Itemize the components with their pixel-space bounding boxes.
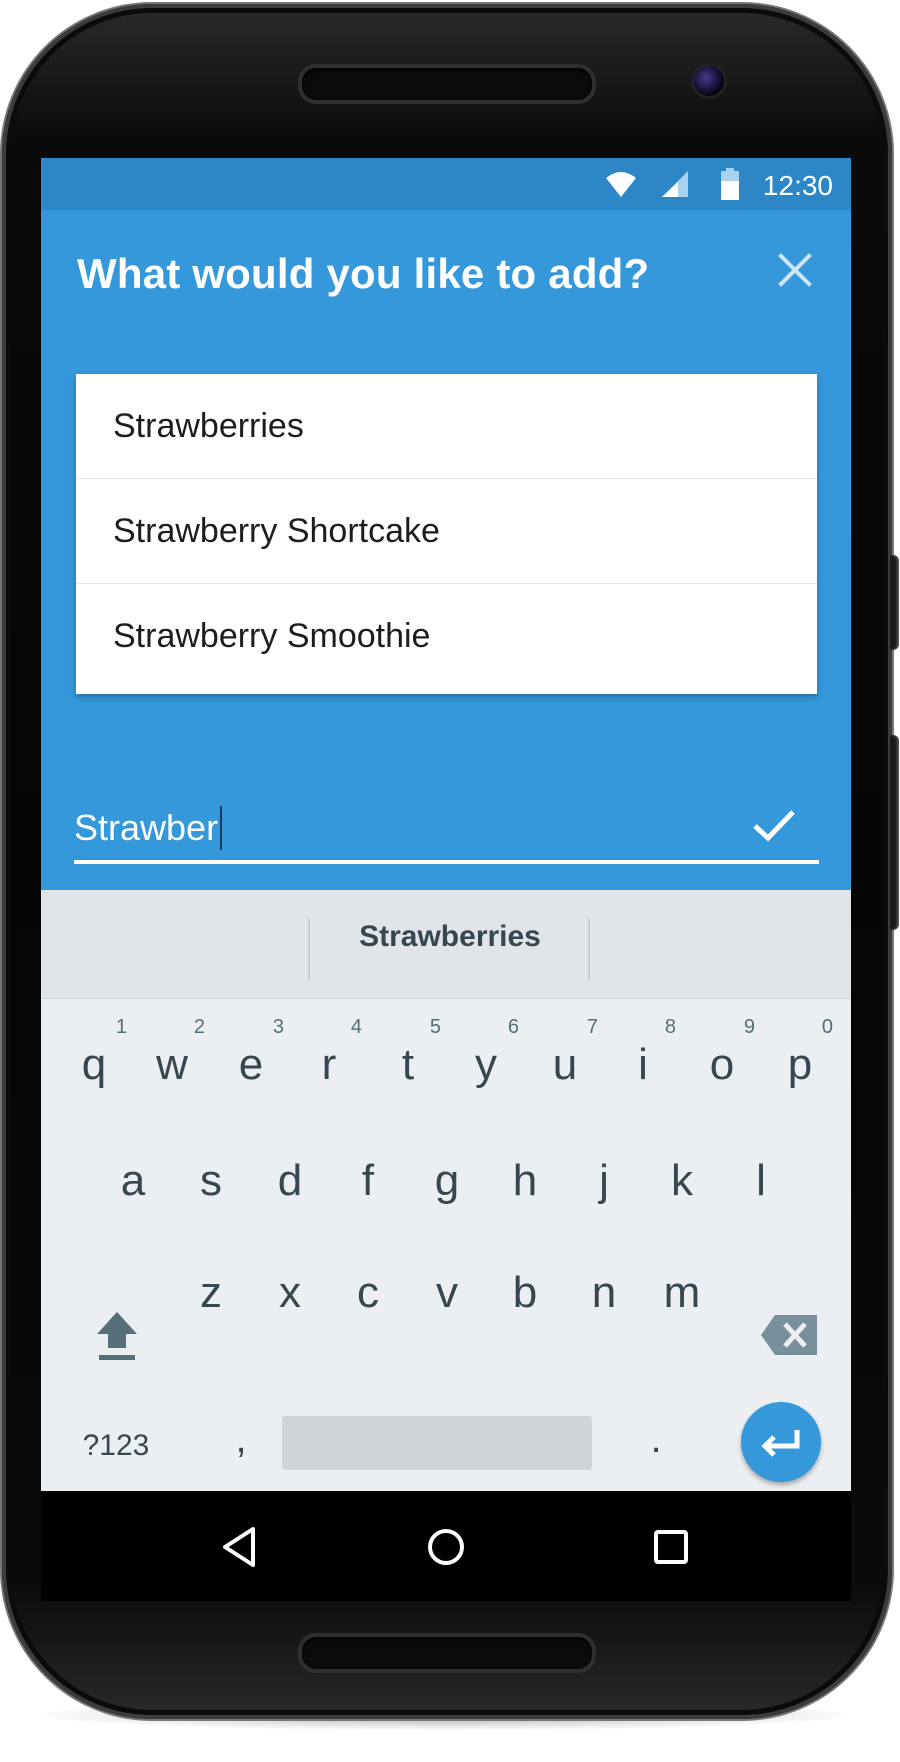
phone-screen: 12:30 What would you like to add? Strawb… bbox=[41, 158, 851, 1601]
check-icon bbox=[753, 810, 795, 842]
suggestion-item[interactable]: Strawberry Smoothie bbox=[76, 584, 817, 694]
navigation-bar bbox=[41, 1491, 851, 1601]
item-input-field[interactable]: Strawber bbox=[74, 800, 819, 864]
key-f[interactable]: f bbox=[329, 1126, 407, 1226]
earpiece-speaker bbox=[298, 64, 596, 104]
enter-icon bbox=[761, 1430, 800, 1457]
key-e[interactable]: 3e bbox=[212, 1010, 290, 1110]
back-button[interactable] bbox=[211, 1517, 271, 1577]
period-key[interactable]: . bbox=[631, 1404, 681, 1474]
key-q[interactable]: 1q bbox=[55, 1010, 133, 1110]
key-d[interactable]: d bbox=[251, 1126, 329, 1226]
space-key[interactable] bbox=[282, 1416, 592, 1470]
wifi-icon bbox=[605, 170, 637, 203]
back-icon bbox=[223, 1527, 255, 1567]
recents-icon bbox=[654, 1530, 688, 1564]
front-camera bbox=[694, 66, 724, 96]
close-icon bbox=[778, 253, 812, 287]
key-b[interactable]: b bbox=[486, 1238, 564, 1338]
symbols-key[interactable]: ?123 bbox=[71, 1418, 161, 1474]
key-s[interactable]: s bbox=[172, 1126, 250, 1226]
signal-icon bbox=[661, 170, 689, 203]
key-h[interactable]: h bbox=[486, 1126, 564, 1226]
key-u[interactable]: 7u bbox=[526, 1010, 604, 1110]
confirm-button[interactable] bbox=[749, 800, 799, 850]
key-y[interactable]: 6y bbox=[447, 1010, 525, 1110]
key-g[interactable]: g bbox=[408, 1126, 486, 1226]
key-a[interactable]: a bbox=[94, 1126, 172, 1226]
status-bar: 12:30 bbox=[41, 158, 851, 210]
key-t[interactable]: 5t bbox=[369, 1010, 447, 1110]
key-n[interactable]: n bbox=[565, 1238, 643, 1338]
key-r[interactable]: 4r bbox=[290, 1010, 368, 1110]
keyboard-suggestion-strip: Strawberries bbox=[41, 890, 851, 999]
recents-button[interactable] bbox=[641, 1517, 701, 1577]
battery-icon bbox=[721, 168, 739, 205]
power-button bbox=[890, 735, 899, 930]
keyboard-suggestion-word[interactable]: Strawberries bbox=[310, 920, 590, 954]
volume-button bbox=[890, 555, 899, 650]
item-input-value: Strawber bbox=[74, 807, 219, 848]
key-z[interactable]: z bbox=[172, 1238, 250, 1338]
soft-keyboard: Strawberries 1q 2w 3e 4r 5t 6y 7u 8i 9o … bbox=[41, 890, 851, 1491]
key-p[interactable]: 0p bbox=[761, 1010, 839, 1110]
strip-divider bbox=[588, 918, 590, 980]
status-time: 12:30 bbox=[762, 170, 833, 201]
key-w[interactable]: 2w bbox=[133, 1010, 211, 1110]
comma-key[interactable]: , bbox=[216, 1404, 266, 1474]
key-l[interactable]: l bbox=[722, 1126, 800, 1226]
home-button[interactable] bbox=[416, 1517, 476, 1577]
key-m[interactable]: m bbox=[643, 1238, 721, 1338]
key-x[interactable]: x bbox=[251, 1238, 329, 1338]
home-icon bbox=[428, 1529, 464, 1565]
key-i[interactable]: 8i bbox=[604, 1010, 682, 1110]
dialog-title: What would you like to add? bbox=[77, 250, 650, 297]
backspace-icon bbox=[761, 1315, 817, 1355]
text-caret bbox=[220, 806, 223, 850]
key-o[interactable]: 9o bbox=[683, 1010, 761, 1110]
key-j[interactable]: j bbox=[565, 1126, 643, 1226]
suggestion-item[interactable]: Strawberry Shortcake bbox=[76, 479, 817, 584]
bottom-speaker bbox=[298, 1633, 596, 1673]
add-item-dialog: What would you like to add? Strawberries… bbox=[41, 210, 851, 890]
key-k[interactable]: k bbox=[643, 1126, 721, 1226]
backspace-key[interactable] bbox=[755, 1300, 825, 1370]
close-button[interactable] bbox=[773, 248, 817, 292]
suggestion-list: Strawberries Strawberry Shortcake Strawb… bbox=[76, 374, 817, 694]
shift-key[interactable] bbox=[85, 1300, 149, 1370]
suggestion-item[interactable]: Strawberries bbox=[76, 374, 817, 479]
item-input-text[interactable]: Strawber bbox=[74, 800, 223, 856]
shift-icon bbox=[97, 1312, 137, 1360]
enter-key[interactable] bbox=[741, 1402, 821, 1482]
key-v[interactable]: v bbox=[408, 1238, 486, 1338]
key-c[interactable]: c bbox=[329, 1238, 407, 1338]
